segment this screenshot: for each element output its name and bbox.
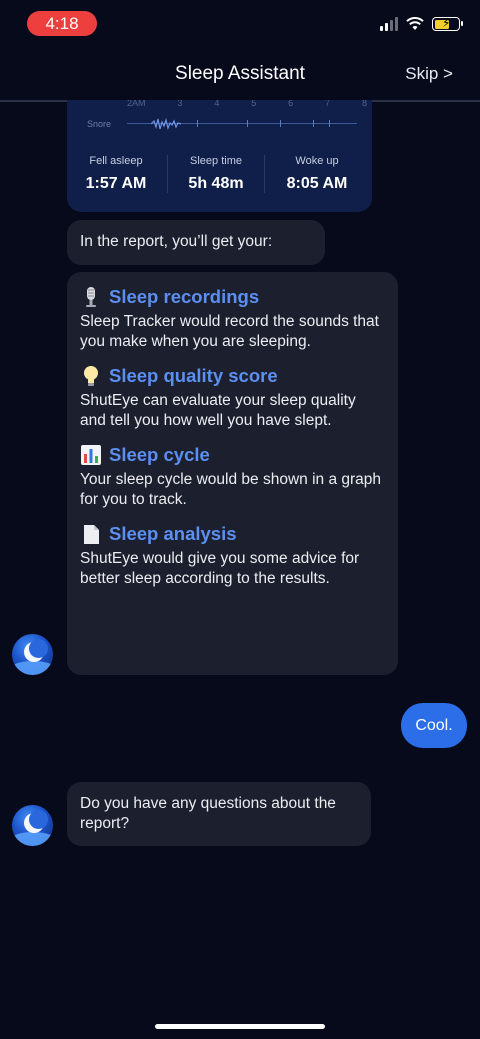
axis-label: 6 [288,100,294,108]
cellular-signal-icon [380,17,398,31]
stat-label: Sleep time [190,155,242,167]
assistant-message-intro: In the report, you’ll get your: [67,220,325,265]
axis-label: 8 [361,100,367,108]
feature-description: ShutEye can evaluate your sleep quality … [80,392,356,429]
feature-title: Sleep quality score [109,365,278,386]
axis-label: 2AM [127,100,146,108]
assistant-avatar [12,634,53,675]
feature-title: Sleep recordings [109,286,260,307]
stat-divider [264,155,265,193]
axis-label: 7 [325,100,331,108]
feature-sleep-cycle: Sleep cycle Your sleep cycle would be sh… [80,442,385,510]
stat-woke-up: Woke up 8:05 AM [269,155,365,193]
snore-label: Snore [87,119,112,129]
wifi-icon [406,17,424,30]
status-time: 4:18 [27,11,97,36]
feature-title-row: Sleep analysis [80,521,385,547]
assistant-avatar [12,805,53,846]
bar-chart-icon [80,444,102,466]
stat-value: 1:57 AM [85,175,147,192]
stat-fell-asleep: Fell asleep 1:57 AM [68,155,164,193]
feature-description: Your sleep cycle would be shown in a gra… [80,471,382,508]
snore-tick [247,120,248,127]
status-icons: ⚡ [380,16,463,32]
snore-tick [313,120,314,127]
assistant-message-question: Do you have any questions about the repo… [67,782,371,846]
feature-description: Sleep Tracker would record the sounds th… [80,313,379,350]
home-indicator[interactable] [155,1024,325,1029]
message-text: In the report, you’ll get your: [80,233,273,250]
feature-sleep-analysis: Sleep analysis ShutEye would give you so… [80,521,385,589]
snore-tick [329,120,330,127]
stat-sleep-time: Sleep time 5h 48m [168,155,264,193]
stat-label: Fell asleep [89,155,143,167]
feature-title: Sleep analysis [109,523,237,544]
graph-time-axis: 2AM 3 4 5 6 7 8 [127,100,367,108]
feature-title-row: Sleep recordings [80,284,385,310]
feature-sleep-quality-score: Sleep quality score ShutEye can evaluate… [80,363,385,431]
axis-label: 5 [251,100,257,108]
document-icon [80,523,102,545]
feature-title-row: Sleep quality score [80,363,385,389]
stat-label: Woke up [295,155,339,167]
battery-icon: ⚡ [432,16,463,31]
snore-tick [197,120,198,127]
snore-waveform [151,117,181,130]
stat-value: 5h 48m [188,175,244,192]
user-message-cool: Cool. [401,703,467,748]
assistant-message-report-features: Sleep recordings Sleep Tracker would rec… [67,272,398,675]
sleep-graph-card: 2AM 3 4 5 6 7 8 Snore Fell asleep 1:57 A… [67,100,372,212]
axis-label: 3 [177,100,183,108]
lightbulb-icon [80,365,102,387]
snore-tick [280,120,281,127]
feature-title: Sleep cycle [109,444,210,465]
skip-button[interactable]: Skip > [405,64,453,84]
axis-label: 4 [214,100,220,108]
stat-value: 8:05 AM [286,175,348,192]
message-text: Do you have any questions about the repo… [80,795,336,832]
feature-sleep-recordings: Sleep recordings Sleep Tracker would rec… [80,284,385,352]
feature-description: ShutEye would give you some advice for b… [80,550,360,587]
microphone-icon [80,286,102,308]
feature-title-row: Sleep cycle [80,442,385,468]
